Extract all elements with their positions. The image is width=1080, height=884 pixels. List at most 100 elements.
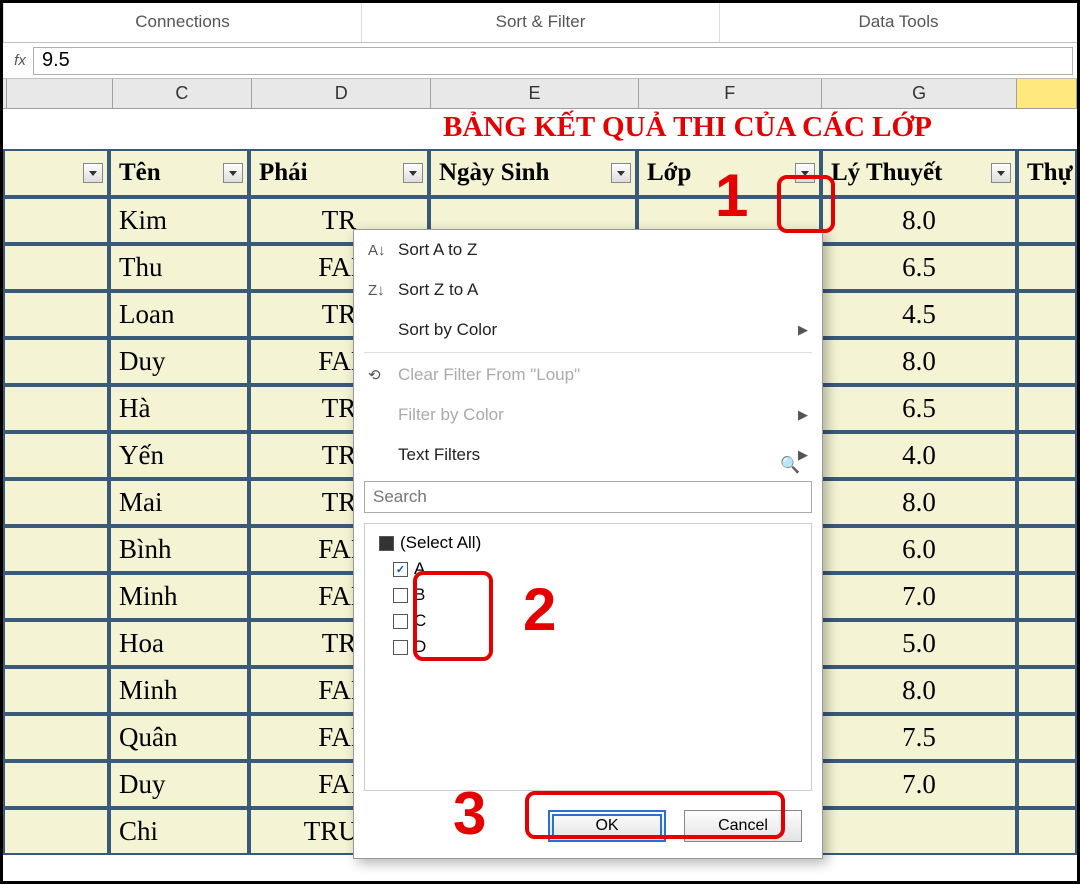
table-cell[interactable]: Yến (109, 432, 249, 479)
col-header-c[interactable]: C (113, 79, 252, 108)
table-cell[interactable] (1017, 573, 1077, 620)
table-cell[interactable]: Duy (109, 338, 249, 385)
hdr-lop: Lớp (637, 149, 821, 197)
table-cell[interactable] (1017, 808, 1077, 855)
table-cell[interactable]: 6.0 (821, 526, 1017, 573)
table-cell[interactable]: 4.0 (821, 432, 1017, 479)
table-cell[interactable]: 5.0 (821, 620, 1017, 667)
table-cell[interactable]: 7.0 (821, 573, 1017, 620)
sort-za[interactable]: Z↓Sort Z to A (354, 270, 822, 310)
table-cell[interactable]: 8.0 (821, 338, 1017, 385)
ribbon-group-datatools[interactable]: Data Tools (719, 3, 1077, 42)
table-cell[interactable] (3, 761, 109, 808)
table-cell[interactable] (821, 808, 1017, 855)
check-item-c[interactable]: C (375, 608, 801, 634)
table-cell[interactable]: Kim (109, 197, 249, 244)
col-header-b[interactable] (7, 79, 113, 108)
table-cell[interactable] (1017, 620, 1077, 667)
checkbox-icon[interactable] (393, 614, 408, 629)
table-cell[interactable]: Hà (109, 385, 249, 432)
checkbox-icon[interactable] (393, 562, 408, 577)
filter-dropdown-icon[interactable] (83, 163, 103, 183)
check-item-d[interactable]: D (375, 634, 801, 660)
table-cell[interactable] (1017, 291, 1077, 338)
filter-by-color: Filter by Color▶ (354, 395, 822, 435)
table-cell[interactable] (1017, 385, 1077, 432)
table-cell[interactable]: 4.5 (821, 291, 1017, 338)
table-cell[interactable] (3, 573, 109, 620)
sort-za-icon: Z↓ (368, 282, 398, 299)
col-header-f[interactable]: F (639, 79, 822, 108)
table-cell[interactable] (3, 620, 109, 667)
table-cell[interactable] (1017, 432, 1077, 479)
col-header-e[interactable]: E (431, 79, 638, 108)
ok-button[interactable]: OK (548, 810, 666, 842)
filter-popup: A↓Sort A to Z Z↓Sort Z to A Sort by Colo… (353, 229, 823, 859)
checkbox-icon[interactable] (393, 588, 408, 603)
cancel-button[interactable]: Cancel (684, 810, 802, 842)
table-cell[interactable]: 7.5 (821, 714, 1017, 761)
hdr-phai: Phái (249, 149, 429, 197)
table-cell[interactable] (3, 197, 109, 244)
table-cell[interactable]: 6.5 (821, 385, 1017, 432)
formula-bar: fx (3, 43, 1077, 79)
table-cell[interactable] (3, 808, 109, 855)
table-cell[interactable]: Hoa (109, 620, 249, 667)
table-cell[interactable]: Thu (109, 244, 249, 291)
table-cell[interactable] (3, 526, 109, 573)
filter-dropdown-icon[interactable] (991, 163, 1011, 183)
table-cell[interactable]: 6.5 (821, 244, 1017, 291)
table-cell[interactable]: 8.0 (821, 197, 1017, 244)
filter-search-input[interactable] (364, 481, 812, 513)
table-cell[interactable]: Minh (109, 667, 249, 714)
col-header-g[interactable]: G (822, 79, 1017, 108)
table-cell[interactable] (3, 667, 109, 714)
sort-by-color[interactable]: Sort by Color▶ (354, 310, 822, 350)
filter-dropdown-icon[interactable] (611, 163, 631, 183)
table-cell[interactable] (3, 479, 109, 526)
checkbox-icon[interactable] (379, 536, 394, 551)
sort-az[interactable]: A↓Sort A to Z (354, 230, 822, 270)
table-cell[interactable] (3, 385, 109, 432)
check-item-a[interactable]: A (375, 556, 801, 582)
table-cell[interactable]: Minh (109, 573, 249, 620)
check-select-all[interactable]: (Select All) (375, 530, 801, 556)
table-cell[interactable]: Mai (109, 479, 249, 526)
table-cell[interactable]: Quân (109, 714, 249, 761)
table-cell[interactable]: Bình (109, 526, 249, 573)
table-cell[interactable] (3, 714, 109, 761)
submenu-arrow-icon: ▶ (798, 407, 808, 423)
text-filters[interactable]: Text Filters▶ (354, 435, 822, 475)
filter-dropdown-icon[interactable] (795, 163, 815, 183)
filter-dropdown-icon[interactable] (403, 163, 423, 183)
hdr-ngaysinh: Ngày Sinh (429, 149, 637, 197)
table-cell[interactable] (1017, 667, 1077, 714)
formula-input[interactable] (33, 47, 1073, 75)
table-cell[interactable] (1017, 479, 1077, 526)
table-cell[interactable] (3, 291, 109, 338)
table-cell[interactable] (3, 244, 109, 291)
table-cell[interactable] (1017, 714, 1077, 761)
table-cell[interactable] (1017, 761, 1077, 808)
check-item-b[interactable]: B (375, 582, 801, 608)
ribbon-group-connections[interactable]: Connections (3, 3, 361, 42)
table-cell[interactable] (1017, 197, 1077, 244)
ribbon-groups: Connections Sort & Filter Data Tools (3, 3, 1077, 43)
col-header-h[interactable] (1017, 79, 1077, 108)
table-cell[interactable] (1017, 338, 1077, 385)
fx-icon[interactable]: fx (7, 52, 33, 69)
table-cell[interactable] (1017, 244, 1077, 291)
table-cell[interactable]: 8.0 (821, 479, 1017, 526)
checkbox-icon[interactable] (393, 640, 408, 655)
table-cell[interactable]: Loan (109, 291, 249, 338)
table-cell[interactable]: Chi (109, 808, 249, 855)
table-cell[interactable] (3, 432, 109, 479)
ribbon-group-sortfilter[interactable]: Sort & Filter (361, 3, 719, 42)
filter-dropdown-icon[interactable] (223, 163, 243, 183)
table-cell[interactable] (3, 338, 109, 385)
table-cell[interactable] (1017, 526, 1077, 573)
table-cell[interactable]: 7.0 (821, 761, 1017, 808)
table-cell[interactable]: 8.0 (821, 667, 1017, 714)
table-cell[interactable]: Duy (109, 761, 249, 808)
col-header-d[interactable]: D (252, 79, 431, 108)
